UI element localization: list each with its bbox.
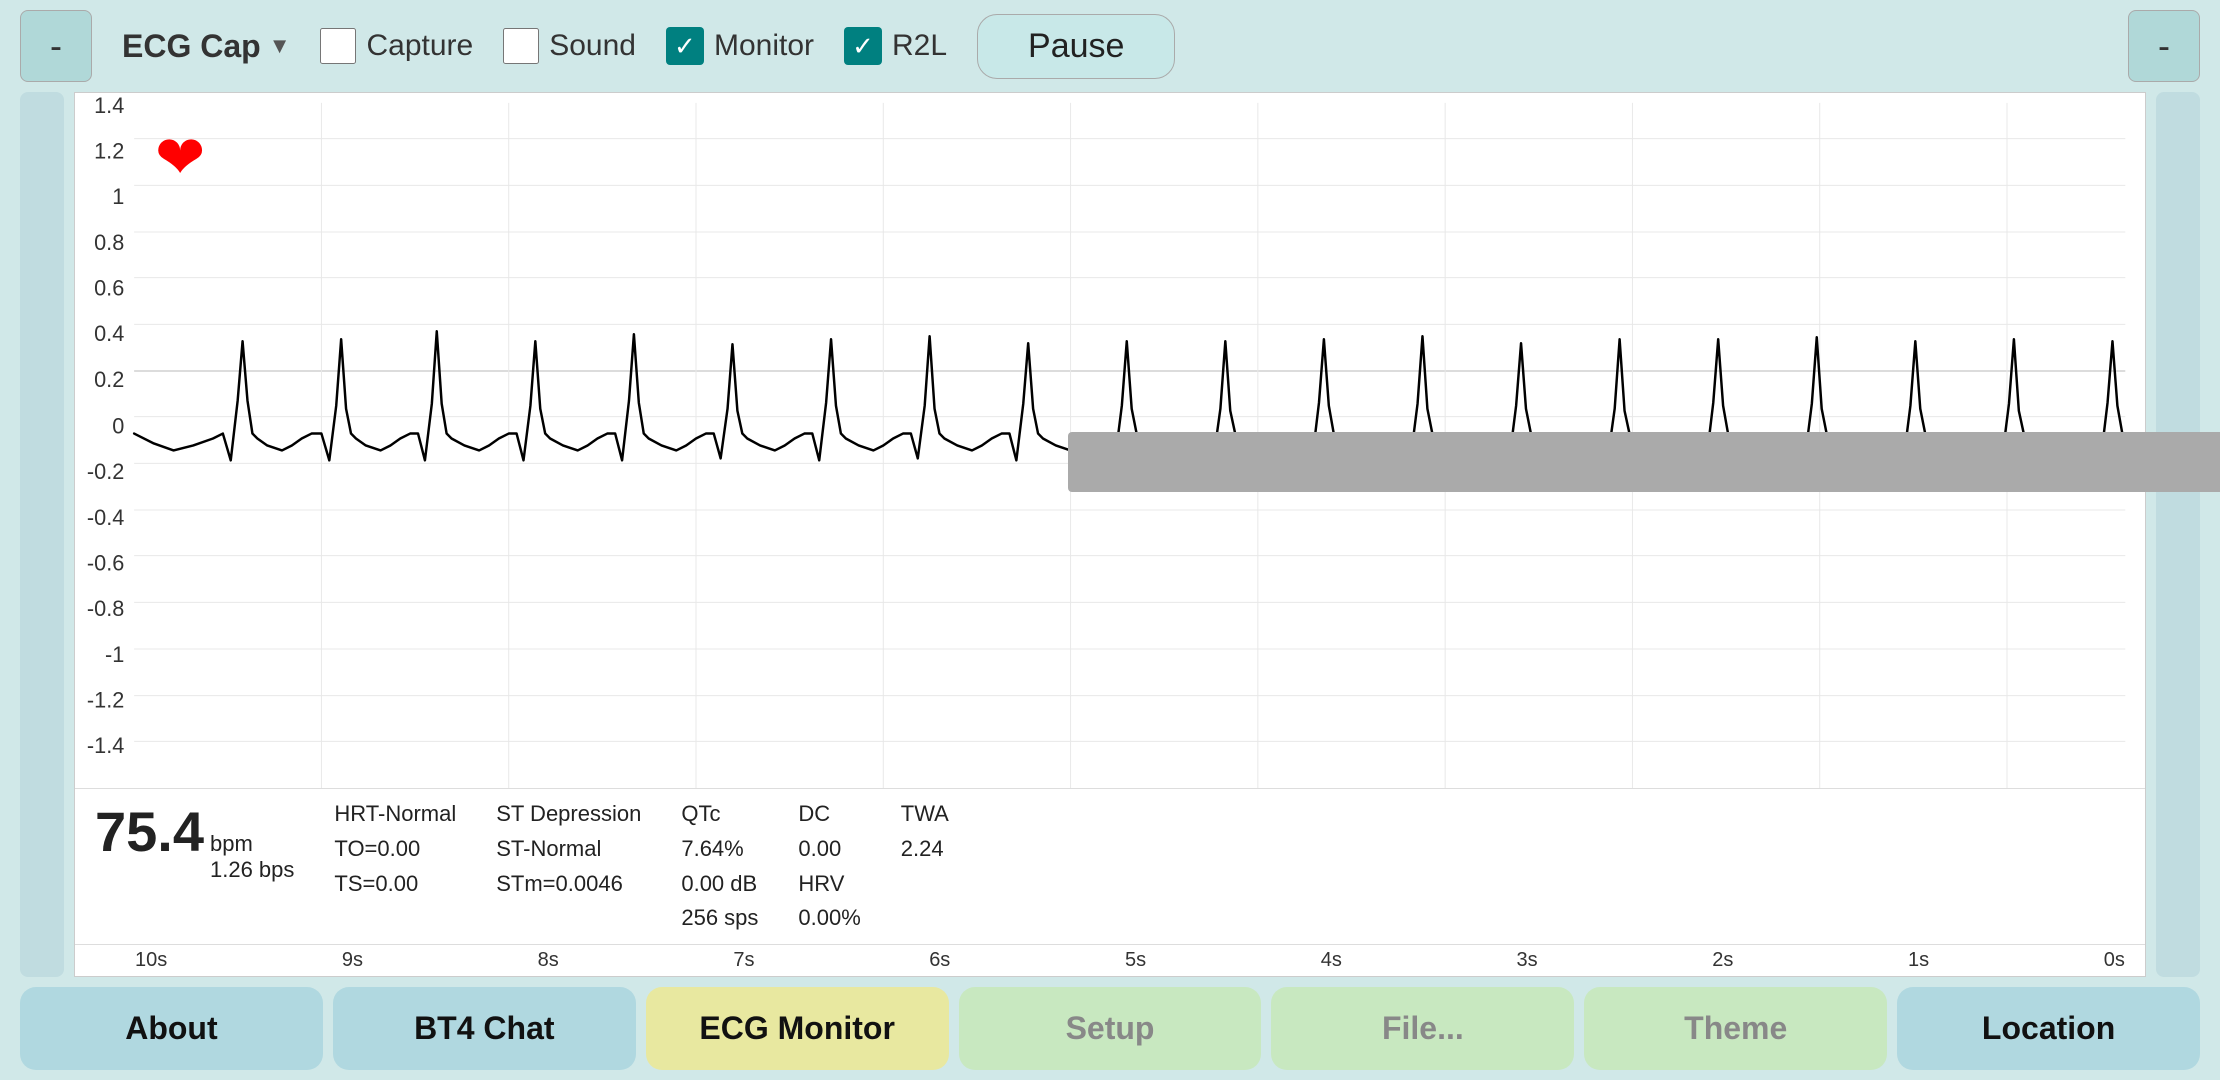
x-label-6s: 6s bbox=[929, 949, 950, 972]
r2l-checkbox-group: ✓ R2L bbox=[844, 27, 947, 65]
app-title-text: ECG Cap bbox=[122, 28, 261, 65]
tab-ecgmonitor[interactable]: ECG Monitor bbox=[646, 987, 949, 1070]
svg-text:-0.4: -0.4 bbox=[87, 505, 124, 530]
tab-location[interactable]: Location bbox=[1897, 987, 2200, 1070]
ts-label: TS=0.00 bbox=[334, 869, 456, 900]
x-label-8s: 8s bbox=[538, 949, 559, 972]
svg-text:-0.2: -0.2 bbox=[87, 459, 124, 484]
x-label-7s: 7s bbox=[733, 949, 754, 972]
r2l-checked-icon: ✓ bbox=[844, 27, 882, 65]
twa-block: TWA 2.24 bbox=[901, 799, 949, 865]
svg-text:0.6: 0.6 bbox=[94, 275, 124, 300]
x-label-5s: 5s bbox=[1125, 949, 1146, 972]
svg-text:0.8: 0.8 bbox=[94, 230, 124, 255]
dc-hrv-block: DC 0.00 HRV 0.00% bbox=[798, 799, 860, 934]
main-content: ❤ bbox=[0, 92, 2220, 977]
capture-checkbox[interactable] bbox=[320, 28, 356, 64]
tab-setup[interactable]: Setup bbox=[959, 987, 1262, 1070]
scroll-thumb[interactable] bbox=[1068, 432, 2220, 492]
minus-left-button[interactable]: - bbox=[20, 10, 92, 82]
pause-button[interactable]: Pause bbox=[977, 14, 1175, 79]
qtc-sps: 256 sps bbox=[681, 903, 758, 934]
svg-text:-0.6: -0.6 bbox=[87, 550, 124, 575]
hrv-label: HRV bbox=[798, 869, 860, 900]
twa-value: 2.24 bbox=[901, 834, 949, 865]
x-label-0s: 0s bbox=[2104, 949, 2125, 972]
bottom-nav: About BT4 Chat ECG Monitor Setup File...… bbox=[0, 977, 2220, 1080]
svg-text:1: 1 bbox=[112, 184, 124, 209]
svg-text:0.4: 0.4 bbox=[94, 321, 124, 346]
dc-label: DC bbox=[798, 799, 860, 830]
svg-text:1.2: 1.2 bbox=[94, 138, 124, 163]
to-label: TO=0.00 bbox=[334, 834, 456, 865]
x-label-10s: 10s bbox=[135, 949, 167, 972]
x-axis-labels: 10s 9s 8s 7s 6s 5s 4s 3s 2s 1s 0s bbox=[75, 944, 2145, 976]
bpm-display: 75.4 bpm 1.26 bps bbox=[95, 799, 294, 883]
qtc-value: 7.64% bbox=[681, 834, 758, 865]
x-label-4s: 4s bbox=[1321, 949, 1342, 972]
capture-checkbox-group: Capture bbox=[320, 28, 473, 64]
svg-text:1.4: 1.4 bbox=[94, 93, 124, 118]
tab-about[interactable]: About bbox=[20, 987, 323, 1070]
sound-checkbox-group: Sound bbox=[503, 28, 636, 64]
svg-text:-0.8: -0.8 bbox=[87, 596, 124, 621]
hrt-block: HRT-Normal TO=0.00 TS=0.00 bbox=[334, 799, 456, 899]
svg-text:0: 0 bbox=[112, 413, 124, 438]
hrv-value: 0.00% bbox=[798, 903, 860, 934]
stm-label: STm=0.0046 bbox=[496, 869, 641, 900]
st-block: ST Depression ST-Normal STm=0.0046 bbox=[496, 799, 641, 899]
qtc-block: QTc 7.64% 0.00 dB 256 sps bbox=[681, 799, 758, 934]
app-title-group: ECG Cap ▼ bbox=[122, 28, 290, 65]
bpm-unit: bpm 1.26 bps bbox=[210, 831, 294, 883]
tab-file[interactable]: File... bbox=[1271, 987, 1574, 1070]
chart-container: ❤ bbox=[74, 92, 2146, 977]
svg-text:-1.2: -1.2 bbox=[87, 688, 124, 713]
st-normal-label: ST-Normal bbox=[496, 834, 641, 865]
side-panel-right bbox=[2156, 92, 2200, 977]
capture-label: Capture bbox=[366, 29, 473, 63]
monitor-checkbox-group: ✓ Monitor bbox=[666, 27, 814, 65]
x-label-3s: 3s bbox=[1516, 949, 1537, 972]
tab-bt4chat[interactable]: BT4 Chat bbox=[333, 987, 636, 1070]
r2l-label: R2L bbox=[892, 29, 947, 63]
qtc-label: QTc bbox=[681, 799, 758, 830]
bpm-value: 75.4 bbox=[95, 799, 204, 864]
hrt-label: HRT-Normal bbox=[334, 799, 456, 830]
x-label-2s: 2s bbox=[1712, 949, 1733, 972]
qtc-db: 0.00 dB bbox=[681, 869, 758, 900]
x-label-1s: 1s bbox=[1908, 949, 1929, 972]
stats-area: 75.4 bpm 1.26 bps HRT-Normal TO=0.00 TS=… bbox=[75, 788, 2145, 944]
dropdown-arrow-icon[interactable]: ▼ bbox=[269, 33, 291, 59]
sound-checkbox[interactable] bbox=[503, 28, 539, 64]
dc-value: 0.00 bbox=[798, 834, 860, 865]
minus-right-button[interactable]: - bbox=[2128, 10, 2200, 82]
monitor-label: Monitor bbox=[714, 29, 814, 63]
svg-text:-1: -1 bbox=[105, 642, 124, 667]
side-panel-left bbox=[20, 92, 64, 977]
twa-label: TWA bbox=[901, 799, 949, 830]
toolbar: - ECG Cap ▼ Capture Sound ✓ Monitor ✓ R2… bbox=[0, 0, 2220, 92]
st-depression-label: ST Depression bbox=[496, 799, 641, 830]
svg-text:0.2: 0.2 bbox=[94, 367, 124, 392]
svg-text:-1.4: -1.4 bbox=[87, 733, 124, 758]
x-label-9s: 9s bbox=[342, 949, 363, 972]
sound-label: Sound bbox=[549, 29, 636, 63]
monitor-checked-icon: ✓ bbox=[666, 27, 704, 65]
tab-theme[interactable]: Theme bbox=[1584, 987, 1887, 1070]
